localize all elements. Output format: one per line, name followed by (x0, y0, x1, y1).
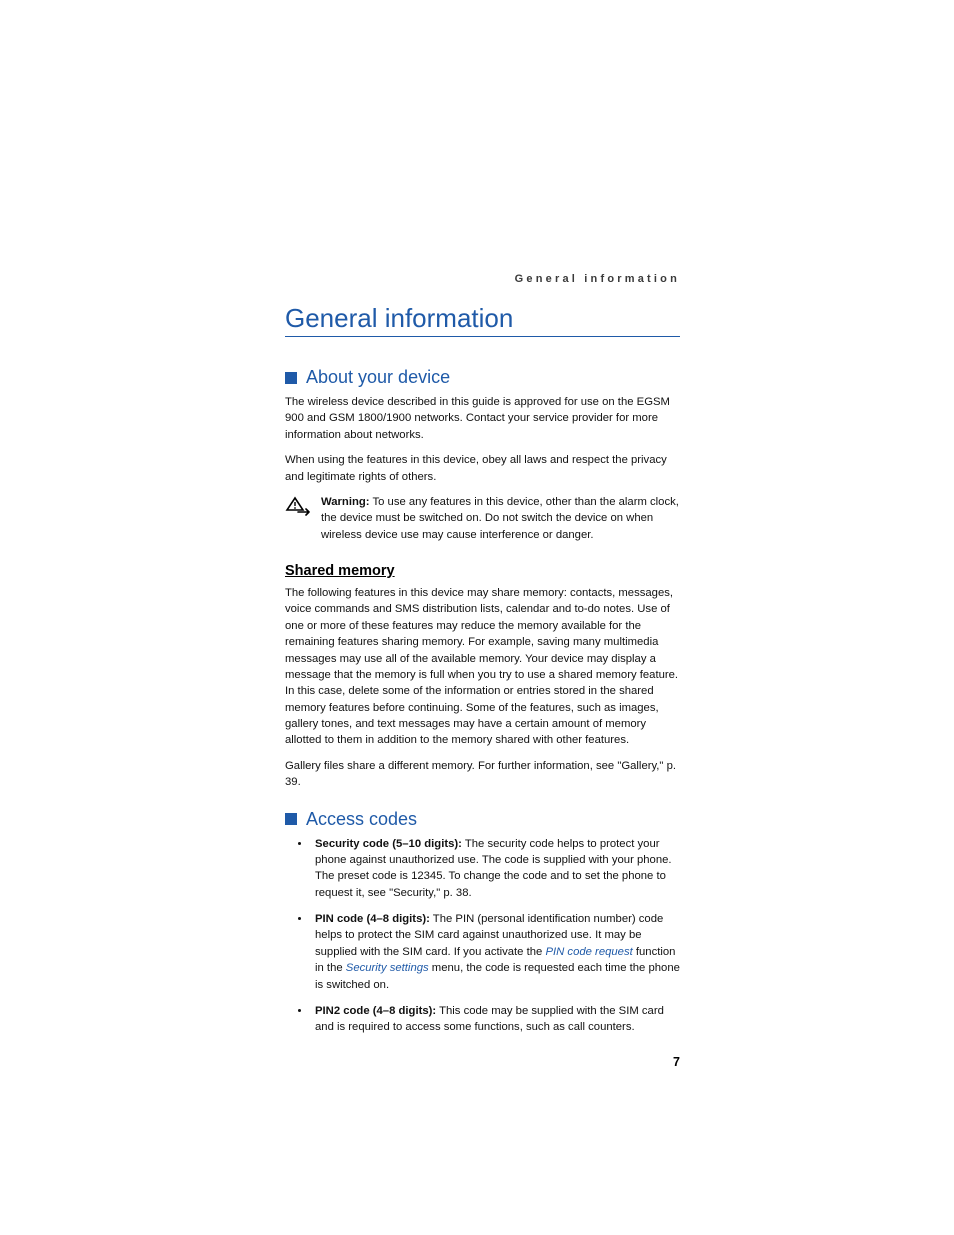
square-bullet-icon (285, 372, 297, 384)
warning-label: Warning: (321, 496, 370, 508)
subheading-shared-memory: Shared memory (285, 563, 680, 579)
square-bullet-icon (285, 813, 297, 825)
code-label: PIN code (4–8 digits): (315, 913, 430, 925)
warning-block: Warning: To use any features in this dev… (285, 494, 680, 543)
list-item: PIN code (4–8 digits): The PIN (personal… (311, 911, 680, 993)
code-label: PIN2 code (4–8 digits): (315, 1005, 436, 1017)
link-pin-code-request[interactable]: PIN code request (545, 946, 632, 958)
warning-icon (285, 496, 311, 521)
section-title: Access codes (306, 809, 417, 830)
section-heading: About your device (285, 367, 680, 388)
section-title: About your device (306, 367, 450, 388)
body-paragraph: When using the features in this device, … (285, 452, 680, 485)
code-label: Security code (5–10 digits): (315, 838, 462, 850)
link-security-settings[interactable]: Security settings (346, 962, 429, 974)
chapter-title: General information (285, 303, 680, 337)
running-header: General information (285, 273, 680, 285)
body-paragraph: The wireless device described in this gu… (285, 394, 680, 443)
body-paragraph: The following features in this device ma… (285, 585, 680, 749)
list-item: PIN2 code (4–8 digits): This code may be… (311, 1003, 680, 1036)
section-access-codes: Access codes Security code (5–10 digits)… (285, 809, 680, 1036)
page-number: 7 (673, 1055, 680, 1069)
section-about-your-device: About your device The wireless device de… (285, 367, 680, 791)
document-page: General information General information … (285, 273, 680, 1046)
body-paragraph: Gallery files share a different memory. … (285, 758, 680, 791)
list-item: Security code (5–10 digits): The securit… (311, 836, 680, 902)
warning-text: Warning: To use any features in this dev… (321, 494, 680, 543)
access-codes-list: Security code (5–10 digits): The securit… (285, 836, 680, 1036)
section-heading: Access codes (285, 809, 680, 830)
